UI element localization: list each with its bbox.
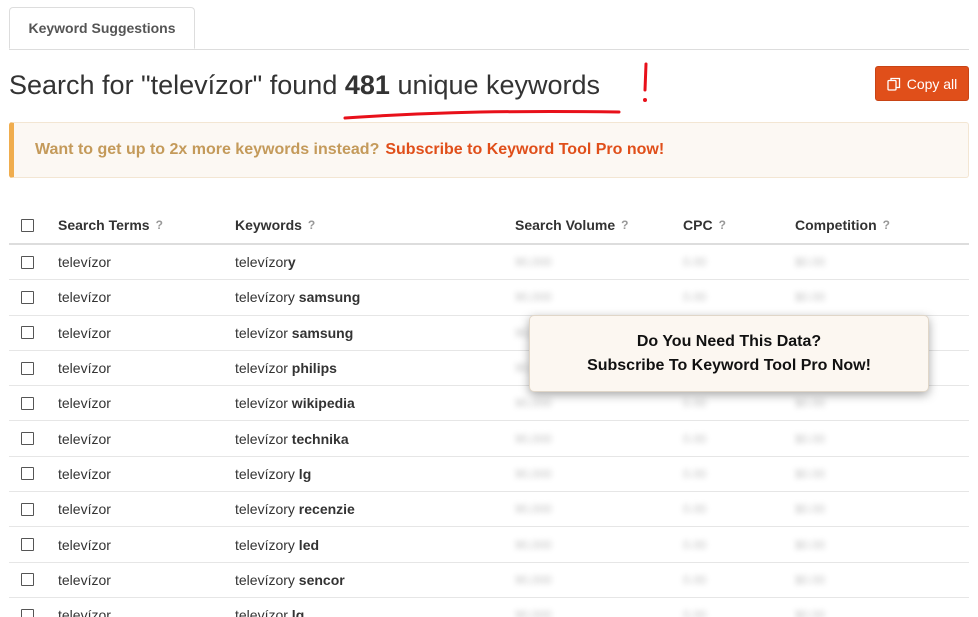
search-volume-cell: 90,000 — [515, 431, 552, 446]
keyword-tool-page: Keyword Suggestions Search for "televízo… — [0, 0, 978, 617]
keyword-cell[interactable]: televízory samsung — [235, 280, 360, 314]
table-row: televízor televízor technika 90,000 0.00 $0.… — [9, 421, 969, 457]
table-row: televízor televízory lg 90,000 0.00 $0.00 — [9, 457, 969, 493]
search-term-cell: televízor — [58, 501, 111, 518]
copy-all-label: Copy all — [906, 75, 958, 92]
search-volume-cell: 90,000 — [515, 572, 552, 587]
cpc-cell: 0.00 — [683, 572, 707, 587]
exclamation-annotation — [643, 62, 648, 102]
popup-line-2: Subscribe To Keyword Tool Pro Now! — [587, 356, 871, 374]
header-search-volume[interactable]: Search Volume ? — [515, 207, 628, 243]
table-row: televízor televízory led 90,000 0.00 $0.00 — [9, 527, 969, 563]
keyword-count: 481 — [344, 70, 390, 100]
search-term-cell: televízor — [58, 430, 111, 447]
header-cpc[interactable]: CPC ? — [683, 207, 726, 243]
keyword-cell[interactable]: televízor technika — [235, 421, 349, 455]
cpc-cell: 0.00 — [683, 290, 707, 305]
keyword-cell[interactable]: televízor philips — [235, 351, 337, 385]
page-title: Search for "televízor" found 481 unique … — [9, 70, 600, 101]
tab-bar: Keyword Suggestions — [9, 7, 969, 50]
table-header: Search Terms ? Keywords ? Search Volume … — [9, 207, 969, 245]
upgrade-question: Want to get up to 2x more keywords inste… — [35, 141, 380, 158]
row-checkbox[interactable] — [21, 467, 34, 481]
search-term-cell: televízor — [58, 289, 111, 306]
table-row: televízor televízory samsung 90,000 0.00 $0.… — [9, 280, 969, 316]
search-term-cell: televízor — [58, 607, 111, 617]
subscribe-link[interactable]: Subscribe to Keyword Tool Pro now! — [385, 141, 664, 159]
copy-all-button[interactable]: Copy all — [875, 66, 969, 101]
table-row: televízor televízor y 90,000 0.00 $0.00 — [9, 245, 969, 281]
cpc-cell: 0.00 — [683, 431, 707, 446]
search-volume-cell: 90,000 — [515, 502, 552, 517]
popup-line-1: Do You Need This Data? — [636, 332, 822, 350]
table-row: televízor televízory recenzie 90,000 0.00 $0… — [9, 492, 969, 528]
search-volume-cell: 90,000 — [515, 290, 552, 305]
table-body: televízor televízor y 90,000 0.00 $0.00 televí… — [9, 245, 969, 617]
header-competition[interactable]: Competition ? — [795, 207, 890, 243]
cpc-cell: 0.00 — [683, 466, 707, 481]
search-volume-cell: 90,000 — [515, 466, 552, 481]
subscribe-popup[interactable]: Do You Need This Data? Subscribe To Keyw… — [529, 315, 929, 392]
competition-cell: $0.00 — [795, 290, 826, 305]
red-underline-annotation — [343, 109, 621, 120]
keyword-cell[interactable]: televízor y — [235, 245, 296, 279]
search-term-cell: televízor — [58, 395, 111, 412]
help-icon[interactable]: ? — [883, 218, 890, 232]
competition-cell: $0.00 — [795, 466, 826, 481]
keyword-cell[interactable]: televízor wikipedia — [235, 386, 355, 420]
search-term-cell: televízor — [58, 536, 111, 553]
row-checkbox[interactable] — [21, 290, 34, 304]
search-term-cell: televízor — [58, 324, 111, 341]
keyword-cell[interactable]: televízory sencor — [235, 563, 345, 597]
row-checkbox[interactable] — [21, 326, 34, 340]
row-checkbox[interactable] — [21, 608, 34, 617]
competition-cell: $0.00 — [795, 537, 826, 552]
search-volume-cell: 90,000 — [515, 255, 552, 270]
keyword-cell[interactable]: televízory led — [235, 527, 319, 561]
table-row: televízor televízor lg 90,000 0.00 $0.00 — [9, 598, 969, 617]
search-term-cell: televízor — [58, 465, 111, 482]
search-term-cell: televízor — [58, 360, 111, 377]
search-term-cell: televízor — [58, 254, 111, 271]
header-keywords[interactable]: Keywords ? — [235, 207, 315, 243]
search-term-cell: televízor — [58, 571, 111, 588]
help-icon[interactable]: ? — [719, 218, 726, 232]
cpc-cell: 0.00 — [683, 255, 707, 270]
title-prefix: Search for "televízor" found — [9, 70, 338, 100]
competition-cell: $0.00 — [795, 572, 826, 587]
table-row: televízor televízory sencor 90,000 0.00 $0.0… — [9, 563, 969, 598]
keyword-table: Search Terms ? Keywords ? Search Volume … — [9, 207, 969, 617]
competition-cell: $0.00 — [795, 502, 826, 517]
help-icon[interactable]: ? — [156, 218, 163, 232]
competition-cell: $0.00 — [795, 608, 826, 617]
row-checkbox[interactable] — [21, 396, 34, 410]
row-checkbox[interactable] — [21, 538, 34, 552]
row-checkbox[interactable] — [21, 502, 34, 516]
row-checkbox[interactable] — [21, 573, 34, 587]
competition-cell: $0.00 — [795, 255, 826, 270]
row-checkbox[interactable] — [21, 255, 34, 269]
competition-cell: $0.00 — [795, 431, 826, 446]
cpc-cell: 0.00 — [683, 502, 707, 517]
copy-icon — [887, 77, 900, 91]
cpc-cell: 0.00 — [683, 537, 707, 552]
header-search-terms[interactable]: Search Terms ? — [58, 207, 163, 243]
tab-keyword-suggestions[interactable]: Keyword Suggestions — [9, 7, 195, 49]
keyword-cell[interactable]: televízor lg — [235, 598, 304, 617]
help-icon[interactable]: ? — [621, 218, 628, 232]
search-volume-cell: 90,000 — [515, 537, 552, 552]
keyword-cell[interactable]: televízory recenzie — [235, 492, 355, 526]
select-all-checkbox[interactable] — [21, 218, 34, 232]
upgrade-banner: Want to get up to 2x more keywords inste… — [9, 122, 969, 178]
keyword-cell[interactable]: televízory lg — [235, 457, 311, 491]
row-checkbox[interactable] — [21, 432, 34, 446]
title-suffix: unique keywords — [397, 70, 601, 100]
row-checkbox[interactable] — [21, 361, 34, 375]
help-icon[interactable]: ? — [308, 218, 315, 232]
keyword-cell[interactable]: televízor samsung — [235, 316, 353, 350]
search-volume-cell: 90,000 — [515, 608, 552, 617]
cpc-cell: 0.00 — [683, 608, 707, 617]
